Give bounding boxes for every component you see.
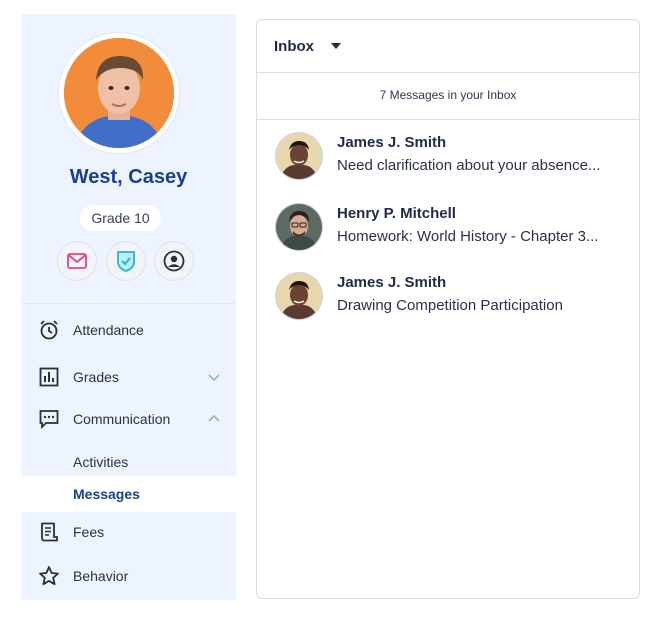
nav-subitem-activities[interactable]: Activities (73, 454, 128, 470)
message-subject: Need clarification about your absence... (337, 157, 601, 174)
profile-button[interactable] (155, 242, 193, 280)
message-sender: James J. Smith (337, 134, 447, 151)
sender-avatar (276, 273, 322, 319)
nav-label-grades: Grades (73, 369, 119, 385)
inbox-count: 7 Messages in your Inbox (257, 72, 639, 120)
inbox-title[interactable]: Inbox (274, 38, 314, 55)
nav-subitem-messages-row[interactable]: Messages (21, 476, 236, 512)
chat-bubble-icon (39, 410, 59, 430)
receipt-icon (41, 522, 58, 542)
nav-subitem-messages[interactable]: Messages (73, 486, 140, 502)
nav-item-grades[interactable]: Grades (21, 362, 236, 392)
message-item[interactable]: James J. Smith Need clarification about … (257, 130, 639, 190)
nav-item-attendance[interactable]: Attendance (21, 315, 236, 345)
bar-chart-icon (39, 367, 59, 387)
message-sender: James J. Smith (337, 274, 447, 291)
nav-label-attendance: Attendance (73, 322, 144, 338)
nav-label-communication: Communication (73, 411, 171, 427)
nav-label-fees: Fees (73, 524, 105, 540)
mail-button[interactable] (58, 242, 96, 280)
nav-item-communication[interactable]: Communication (21, 404, 236, 434)
nav-item-fees[interactable]: Fees (21, 517, 236, 547)
sender-avatar (276, 133, 322, 179)
nav-menu-top: Attendance Grades Communication Activiti… (21, 304, 236, 476)
inbox-panel: Inbox 7 Messages in your Inbox James J. … (256, 19, 640, 599)
student-avatar-ring (59, 33, 179, 153)
student-profile-card: West, Casey Grade 10 (21, 14, 236, 303)
sidebar: West, Casey Grade 10 Attendance Grades C… (21, 14, 236, 600)
security-button[interactable] (107, 242, 145, 280)
chevron-down-icon[interactable] (206, 369, 222, 385)
mail-icon (67, 253, 87, 269)
message-item[interactable]: Henry P. Mitchell Homework: World Histor… (257, 201, 639, 261)
shield-check-icon (117, 251, 135, 272)
caret-down-icon[interactable] (331, 43, 341, 49)
grade-badge: Grade 10 (80, 205, 161, 231)
student-avatar[interactable] (64, 38, 174, 148)
sender-avatar (276, 204, 322, 250)
message-subject: Drawing Competition Participation (337, 297, 563, 314)
star-icon (39, 566, 59, 586)
nav-label-behavior: Behavior (73, 568, 129, 584)
message-sender: Henry P. Mitchell (337, 205, 456, 222)
inbox-header: Inbox (257, 20, 639, 73)
message-subject: Homework: World History - Chapter 3... (337, 228, 599, 245)
student-name: West, Casey (69, 166, 188, 188)
message-item[interactable]: James J. Smith Drawing Competition Parti… (257, 270, 639, 330)
chevron-up-icon[interactable] (206, 411, 222, 427)
nav-item-behavior[interactable]: Behavior (21, 561, 236, 591)
alarm-clock-icon (40, 320, 58, 340)
nav-menu-bottom: Fees Behavior (21, 512, 236, 600)
user-circle-icon (163, 250, 185, 272)
